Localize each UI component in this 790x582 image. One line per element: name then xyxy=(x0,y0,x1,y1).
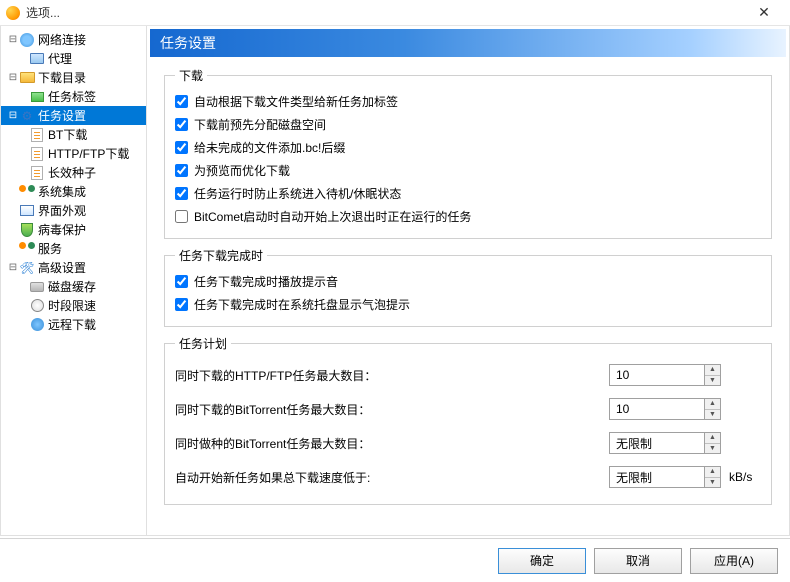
clock-icon xyxy=(31,299,44,312)
group-download: 下载 自动根据下载文件类型给新任务加标签 下载前预先分配磁盘空间 给未完成的文件… xyxy=(164,67,772,239)
sidebar-item-schedule-limit[interactable]: 时段限速 xyxy=(1,296,146,315)
chk-play-sound[interactable] xyxy=(175,275,188,288)
chk-tray-balloon[interactable] xyxy=(175,298,188,311)
group-complete: 任务下载完成时 任务下载完成时播放提示音 任务下载完成时在系统托盘显示气泡提示 xyxy=(164,247,772,327)
sidebar-item-ui-appearance[interactable]: 界面外观 xyxy=(1,201,146,220)
sidebar-item-proxy[interactable]: 代理 xyxy=(1,49,146,68)
content-panel: 任务设置 下载 自动根据下载文件类型给新任务加标签 下载前预先分配磁盘空间 给未… xyxy=(147,26,789,535)
ok-button[interactable]: 确定 xyxy=(498,548,586,574)
sidebar-item-network[interactable]: ⊟网络连接 xyxy=(1,30,146,49)
chk-auto-tag[interactable] xyxy=(175,95,188,108)
close-icon[interactable]: ✕ xyxy=(744,4,784,21)
gear-icon: ⚙ xyxy=(19,108,35,124)
group-schedule: 任务计划 同时下载的HTTP/FTP任务最大数目： ▲▼ 同时下载的BitTor… xyxy=(164,335,772,505)
sidebar-item-download-dir[interactable]: ⊟下载目录 xyxy=(1,68,146,87)
sidebar-item-task-settings[interactable]: ⊟⚙任务设置 xyxy=(1,106,146,125)
group-schedule-legend: 任务计划 xyxy=(175,335,231,352)
app-icon xyxy=(6,6,20,20)
chk-prealloc[interactable] xyxy=(175,118,188,131)
chk-resume-on-start-label: BitComet启动时自动开始上次退出时正在运行的任务 xyxy=(194,208,471,225)
chk-preview-opt[interactable] xyxy=(175,164,188,177)
cancel-button[interactable]: 取消 xyxy=(594,548,682,574)
chk-tray-balloon-label: 任务下载完成时在系统托盘显示气泡提示 xyxy=(194,296,410,313)
apply-button[interactable]: 应用(A) xyxy=(690,548,778,574)
chk-prealloc-label: 下载前预先分配磁盘空间 xyxy=(194,116,326,133)
chk-bc-suffix[interactable] xyxy=(175,141,188,154)
sidebar-item-http-ftp[interactable]: HTTP/FTP下载 xyxy=(1,144,146,163)
spinner-arrows-icon[interactable]: ▲▼ xyxy=(705,466,721,488)
sidebar-item-disk-cache[interactable]: 磁盘缓存 xyxy=(1,277,146,296)
sidebar-item-system-integration[interactable]: 系统集成 xyxy=(1,182,146,201)
people-icon xyxy=(19,185,35,199)
globe-icon xyxy=(20,33,34,47)
chk-prevent-sleep-label: 任务运行时防止系统进入待机/休眠状态 xyxy=(194,185,401,202)
window-title: 选项... xyxy=(26,4,744,21)
spinner-arrows-icon[interactable]: ▲▼ xyxy=(705,398,721,420)
spinner-arrows-icon[interactable]: ▲▼ xyxy=(705,364,721,386)
sidebar-item-task-tag[interactable]: 任务标签 xyxy=(1,87,146,106)
chk-prevent-sleep[interactable] xyxy=(175,187,188,200)
field-max-http-input[interactable] xyxy=(609,364,705,386)
monitor-icon xyxy=(30,53,44,64)
sidebar-item-virus[interactable]: 病毒保护 xyxy=(1,220,146,239)
tag-icon xyxy=(31,92,44,102)
group-complete-legend: 任务下载完成时 xyxy=(175,247,267,264)
people-icon xyxy=(19,242,35,256)
globe-icon xyxy=(31,318,44,331)
field-auto-start-input[interactable] xyxy=(609,466,705,488)
sidebar-item-remote-download[interactable]: 远程下载 xyxy=(1,315,146,334)
folder-icon xyxy=(20,72,35,83)
sidebar-item-advanced[interactable]: ⊟🛠高级设置 xyxy=(1,258,146,277)
field-max-seed-input[interactable] xyxy=(609,432,705,454)
sidebar: ⊟网络连接 代理 ⊟下载目录 任务标签 ⊟⚙任务设置 BT下载 HTTP/FTP… xyxy=(1,26,147,535)
chk-preview-opt-label: 为预览而优化下载 xyxy=(194,162,290,179)
field-max-seed-label: 同时做种的BitTorrent任务最大数目： xyxy=(175,435,609,452)
sidebar-item-bt-download[interactable]: BT下载 xyxy=(1,125,146,144)
doc-icon xyxy=(31,128,43,142)
field-max-bt-input[interactable] xyxy=(609,398,705,420)
field-max-http-label: 同时下载的HTTP/FTP任务最大数目： xyxy=(175,367,609,384)
group-download-legend: 下载 xyxy=(175,67,207,84)
field-auto-start-label: 自动开始新任务如果总下载速度低于: xyxy=(175,469,609,486)
doc-icon xyxy=(31,147,43,161)
panel-title: 任务设置 xyxy=(150,29,786,57)
chk-bc-suffix-label: 给未完成的文件添加.bc!后缀 xyxy=(194,139,345,156)
disk-icon xyxy=(30,282,44,292)
chk-play-sound-label: 任务下载完成时播放提示音 xyxy=(194,273,338,290)
sliders-icon: 🛠 xyxy=(19,260,35,276)
title-bar: 选项... ✕ xyxy=(0,0,790,26)
sidebar-item-long-seed[interactable]: 长效种子 xyxy=(1,163,146,182)
field-auto-start-unit: kB/s xyxy=(729,470,761,484)
dialog-footer: 确定 取消 应用(A) xyxy=(0,538,790,582)
doc-icon xyxy=(31,166,43,180)
field-max-bt-label: 同时下载的BitTorrent任务最大数目： xyxy=(175,401,609,418)
window-icon xyxy=(20,205,34,216)
sidebar-item-services[interactable]: 服务 xyxy=(1,239,146,258)
chk-resume-on-start[interactable] xyxy=(175,210,188,223)
spinner-arrows-icon[interactable]: ▲▼ xyxy=(705,432,721,454)
chk-auto-tag-label: 自动根据下载文件类型给新任务加标签 xyxy=(194,93,398,110)
shield-icon xyxy=(21,223,33,237)
